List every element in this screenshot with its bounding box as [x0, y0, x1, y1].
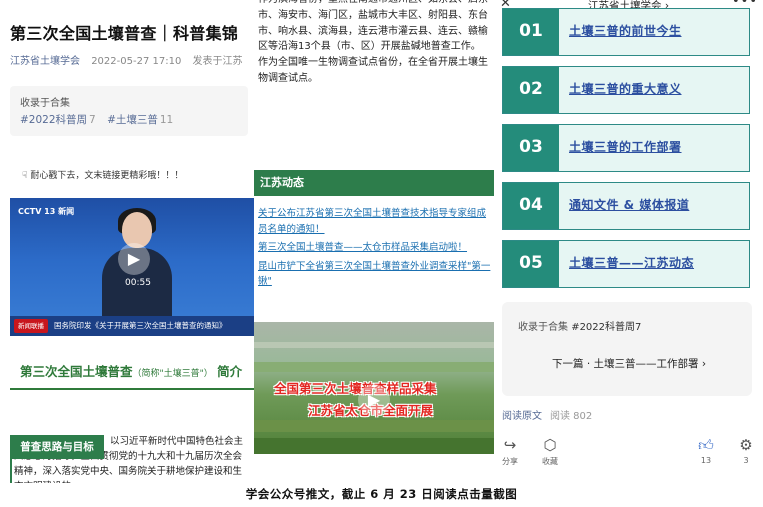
- video-duration: 00:55: [125, 278, 151, 288]
- like-button[interactable]: 👍︎ 13: [686, 436, 726, 465]
- toc-item[interactable]: 05 土壤三普——江苏动态: [502, 240, 750, 288]
- field-video[interactable]: 全国第三次土壤普查样品采集 江苏省太仓市全面开展 ▶: [254, 322, 494, 454]
- toc-item[interactable]: 01 土壤三普的前世今生: [502, 8, 750, 56]
- toc-number: 03: [503, 125, 559, 171]
- news-badge: 新闻联播: [14, 319, 48, 333]
- section-divider: [10, 388, 254, 390]
- wow-button[interactable]: ⚙ 3: [726, 436, 763, 465]
- read-count: 阅读 802: [550, 411, 593, 422]
- toc-item[interactable]: 04 通知文件 & 媒体报道: [502, 182, 750, 230]
- collection-card: 收录于合集 #2022科普周7 下一篇 · 土壤三普——工作部署 ›: [502, 302, 752, 396]
- play-icon[interactable]: ▶: [358, 384, 390, 416]
- article-panel-left: 第三次全国土壤普查｜科普集锦 江苏省土壤学会 2022-05-27 17:10 …: [0, 0, 254, 483]
- share-icon: ↪: [503, 436, 517, 454]
- toc-link[interactable]: 土壤三普的工作部署: [569, 125, 682, 170]
- collection-label: 收录于合集 #2022科普周7: [518, 322, 642, 333]
- box-label: 普查思路与目标: [10, 435, 104, 459]
- play-icon[interactable]: ▶: [118, 243, 150, 275]
- thumbs-up-icon: 👍︎: [698, 436, 714, 454]
- section-banner: 江苏动态: [254, 170, 494, 196]
- article-panel-right: ✕ 江苏省土壤学会 › ••• 01 土壤三普的前世今生 02 土壤三普的重大意…: [494, 0, 763, 483]
- publish-date: 2022-05-27 17:10: [91, 56, 182, 67]
- account-link[interactable]: 江苏省土壤学会: [10, 56, 80, 67]
- read-original-link[interactable]: 阅读原文: [502, 407, 542, 422]
- toc-number: 01: [503, 9, 559, 55]
- tag-count: 7: [89, 114, 96, 126]
- news-link[interactable]: 关于公布江苏省第三次全国土壤普查技术指导专家组成员名单的通知！: [258, 206, 492, 237]
- tag-count: 11: [159, 114, 174, 126]
- toc-number: 02: [503, 67, 559, 113]
- collection-tag[interactable]: #2022科普周7: [571, 322, 641, 333]
- share-button[interactable]: ↪ 分享: [494, 436, 530, 467]
- article-title: 第三次全国土壤普查｜科普集锦: [10, 24, 239, 43]
- gear-icon: ⚙: [739, 436, 753, 454]
- tag-link[interactable]: #2022科普周: [20, 114, 87, 126]
- collection-label: 收录于合集: [20, 98, 70, 109]
- toc-item[interactable]: 02 土壤三普的重大意义: [502, 66, 750, 114]
- box-border: [10, 459, 12, 483]
- cctv-logo: CCTV 13 新闻: [18, 207, 75, 216]
- figure-caption: 学会公众号推文，截止 6 月 23 日阅读点击量截图: [245, 487, 518, 501]
- paragraph: 作为滨海省份，重点在南通市通州区、如东县、启东市、海安市、海门区，盐城市大丰区、…: [258, 0, 488, 53]
- tag-link[interactable]: #土壤三普: [107, 114, 158, 126]
- toc-number: 04: [503, 183, 559, 229]
- news-links: 关于公布江苏省第三次全国土壤普查技术指导专家组成员名单的通知！ 第三次全国土壤普…: [258, 206, 492, 293]
- cube-icon: ⬡: [543, 436, 557, 454]
- section-title: 第三次全国土壤普查（简称"土壤三普"） 简介: [20, 364, 243, 379]
- toc-number: 05: [503, 241, 559, 287]
- publish-location: 发表于江苏: [192, 56, 243, 67]
- toc-item[interactable]: 03 土壤三普的工作部署: [502, 124, 750, 172]
- next-article-link[interactable]: 下一篇 · 土壤三普——工作部署 ›: [552, 356, 706, 371]
- hand-pointer-icon: ☟: [22, 171, 28, 181]
- video-title-line1: 全国第三次土壤普查样品采集: [274, 381, 437, 396]
- scroll-hint: ☟ 耐心戳下去，文末链接更精彩哦！！！: [22, 171, 184, 181]
- toc-link[interactable]: 土壤三普的前世今生: [569, 9, 682, 54]
- news-video[interactable]: CCTV 13 新闻 ▶ 00:55 国务院印发《关于开展第三次全国土壤普查的通…: [10, 198, 254, 336]
- toc-link[interactable]: 土壤三普的重大意义: [569, 67, 682, 112]
- collection-box: 收录于合集 #2022科普周 7 #土壤三普 11: [10, 86, 248, 136]
- article-panel-middle: 作为滨海省份，重点在南通市通州区、如东县、启东市、海安市、海门区，盐城市大丰区、…: [254, 0, 494, 483]
- news-link[interactable]: 第三次全国土壤普查——太仓市样品采集启动啦！: [258, 240, 492, 256]
- collection-tags: #2022科普周 7 #土壤三普 11: [20, 112, 181, 127]
- article-meta: 江苏省土壤学会 2022-05-27 17:10 发表于江苏: [10, 52, 243, 67]
- paragraph: 作为全国唯一生物调查试点省份，在全省开展土壤生物调查试点。: [258, 57, 488, 84]
- news-link[interactable]: 昆山市铲下全省第三次全国土壤普查外业调查采样"第一锹": [258, 259, 492, 290]
- article-body: 作为滨海省份，重点在南通市通州区、如东县、启东市、海安市、海门区，盐城市大丰区、…: [258, 0, 494, 87]
- toc-link[interactable]: 土壤三普——江苏动态: [569, 241, 694, 286]
- favorite-button[interactable]: ⬡ 收藏: [530, 436, 570, 467]
- toc-link[interactable]: 通知文件 & 媒体报道: [569, 183, 689, 228]
